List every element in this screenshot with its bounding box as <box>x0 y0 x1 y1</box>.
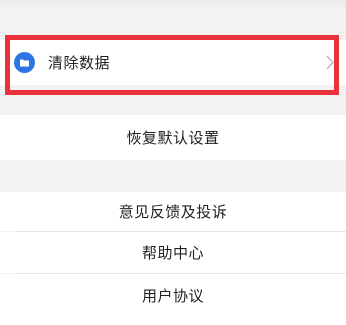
feedback-label: 意见反馈及投诉 <box>118 203 228 221</box>
help-center-label: 帮助中心 <box>141 244 204 262</box>
restore-defaults-button[interactable]: 恢复默认设置 <box>0 115 346 160</box>
user-agreement-label: 用户协议 <box>141 287 204 305</box>
folder-icon <box>14 52 35 73</box>
help-center-button[interactable]: 帮助中心 <box>0 232 346 273</box>
clear-data-label: 清除数据 <box>48 54 111 72</box>
feedback-button[interactable]: 意见反馈及投诉 <box>0 192 346 231</box>
chevron-right-icon <box>326 55 334 70</box>
restore-defaults-label: 恢复默认设置 <box>126 129 220 147</box>
user-agreement-button[interactable]: 用户协议 <box>0 274 346 325</box>
clear-data-row[interactable]: 清除数据 <box>0 40 346 85</box>
top-strip <box>0 0 346 7</box>
